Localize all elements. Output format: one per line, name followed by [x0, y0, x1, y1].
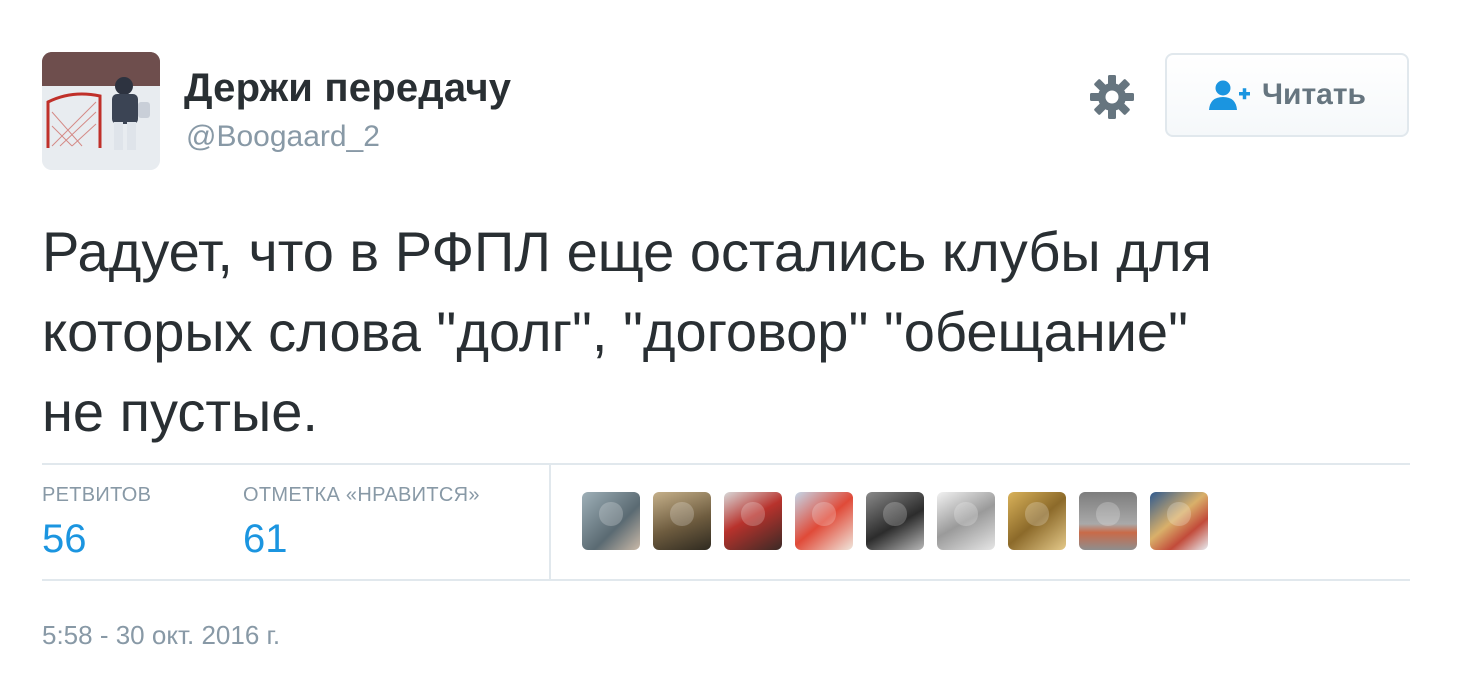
retweets-label: РЕТВИТОВ — [42, 484, 152, 506]
retweets-count: 56 — [42, 517, 87, 561]
liker-avatar[interactable] — [937, 492, 995, 550]
likes-stat[interactable]: ОТМЕТКА «НРАВИТСЯ» 61 — [243, 484, 480, 562]
follow-user-icon — [1208, 78, 1252, 112]
liker-avatars — [582, 492, 1221, 550]
likes-count: 61 — [243, 517, 288, 561]
liker-avatar[interactable] — [866, 492, 924, 550]
stats-vertical-divider — [549, 465, 551, 579]
avatar[interactable] — [42, 52, 160, 170]
display-name[interactable]: Держи передачу — [184, 66, 511, 111]
liker-avatar[interactable] — [1150, 492, 1208, 550]
retweets-stat[interactable]: РЕТВИТОВ 56 — [42, 484, 151, 562]
tweet-timestamp[interactable]: 5:58 - 30 окт. 2016 г. — [42, 620, 280, 651]
user-handle[interactable]: @Boogaard_2 — [186, 120, 380, 154]
liker-avatar[interactable] — [724, 492, 782, 550]
hockey-goalie-photo — [42, 52, 160, 170]
likes-label: ОТМЕТКА «НРАВИТСЯ» — [243, 484, 480, 506]
stats-divider-top — [42, 463, 1410, 465]
liker-avatar[interactable] — [795, 492, 853, 550]
stats-divider-bottom — [42, 579, 1410, 581]
gear-icon[interactable] — [1088, 73, 1136, 121]
tweet-text: Радует, что в РФПЛ еще остались клубы дл… — [42, 220, 1212, 443]
liker-avatar[interactable] — [1079, 492, 1137, 550]
tweet-card: Держи передачу @Boogaard_2 Читать Радует… — [0, 0, 1460, 674]
follow-button-label: Читать — [1261, 78, 1367, 111]
follow-button[interactable]: Читать — [1165, 53, 1409, 137]
liker-avatar[interactable] — [653, 492, 711, 550]
liker-avatar[interactable] — [582, 492, 640, 550]
liker-avatar[interactable] — [1008, 492, 1066, 550]
